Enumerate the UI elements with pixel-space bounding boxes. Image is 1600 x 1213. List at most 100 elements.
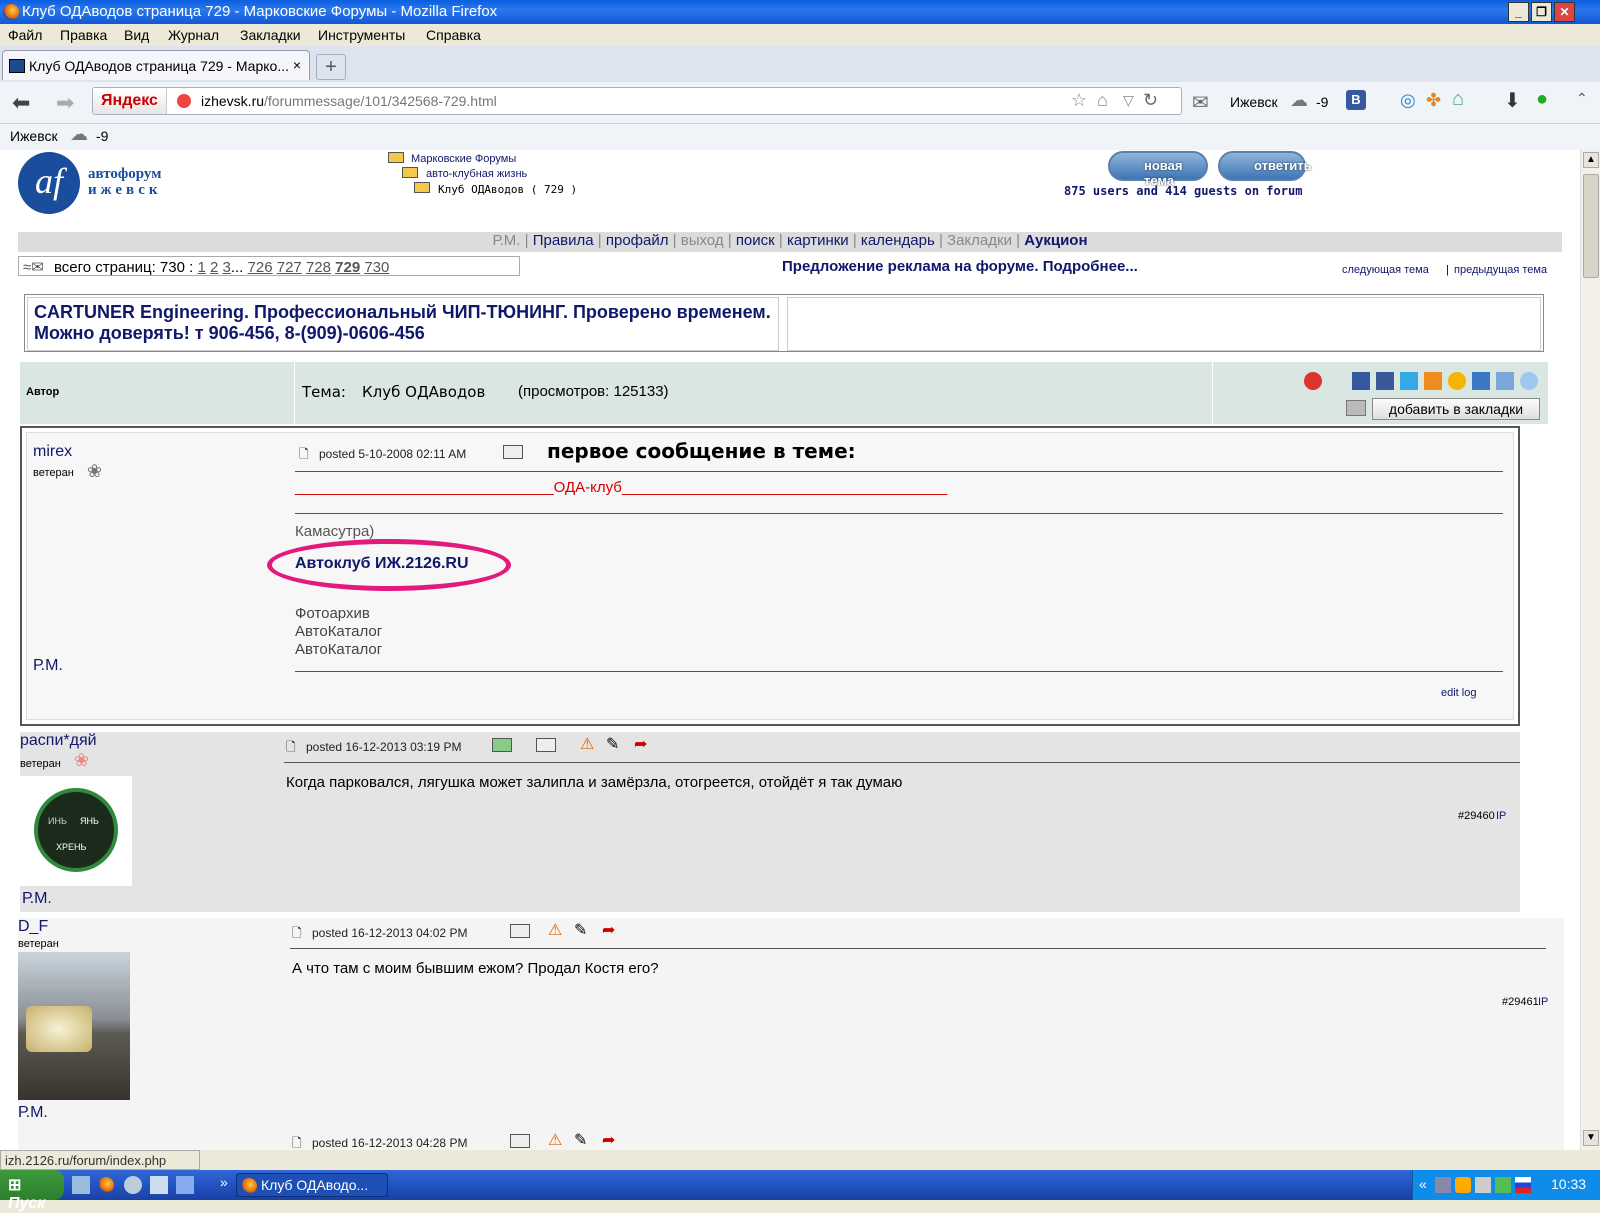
post-author[interactable]: D_F [18,918,48,936]
dropdown-arrow-icon[interactable]: ▽ [1123,92,1134,109]
twitter-share-icon[interactable] [1400,372,1418,390]
extension-icon[interactable]: ◎ [1400,90,1416,111]
warning-icon[interactable]: ⚠ [548,1130,562,1150]
tab-close-icon[interactable]: × [293,57,301,73]
addon-icon[interactable]: ● [1536,88,1548,111]
start-button[interactable]: ⊞ Пуск [0,1170,64,1212]
profile-icon[interactable] [510,1134,530,1148]
media-quicklaunch-icon[interactable] [124,1176,142,1194]
post-author[interactable]: mirex [33,443,72,461]
menu-profile[interactable]: профайл [606,232,669,249]
mailru-share-icon[interactable] [1448,372,1466,390]
qip-icon[interactable] [1455,1177,1471,1193]
menu-rules[interactable]: Правила [533,232,594,249]
bookmark-weather-city[interactable]: Ижевск [10,128,58,144]
ip-link[interactable]: IP [1496,810,1506,822]
tab-forum[interactable]: Клуб ОДАводов страница 729 - Марко... × [2,50,310,80]
home-toolbar-icon[interactable]: ⌂ [1452,88,1464,111]
vk-icon[interactable]: В [1346,90,1366,110]
menu-bookmarks[interactable]: Закладки [947,232,1012,249]
warning-icon[interactable]: ⚠ [580,734,594,754]
quote-icon[interactable]: ➦ [602,1130,615,1150]
ad-link[interactable]: CARTUNER Engineering. Профессиональный Ч… [27,297,779,351]
chevron-up-icon[interactable]: ⌃ [1576,90,1588,107]
site-identity-icon[interactable] [177,94,191,108]
add-bookmark-button[interactable]: добавить в закладки [1372,398,1540,420]
menu-file[interactable]: Файл [8,27,42,43]
ie-quicklaunch-icon[interactable] [176,1176,194,1194]
download-icon[interactable]: ⬇ [1504,88,1521,113]
breadcrumb-forums[interactable]: Марковские Форумы [411,153,516,165]
prev-topic-link[interactable]: предыдущая тема [1454,264,1547,276]
menu-auction[interactable]: Аукцион [1024,232,1087,249]
page-link-730[interactable]: 730 [364,259,389,276]
reply-button[interactable]: ответить [1218,151,1312,181]
back-arrow-icon[interactable]: ⬅ [12,90,30,116]
games-icon[interactable]: ✤ [1426,90,1441,111]
close-window-button[interactable]: ✕ [1554,2,1575,22]
taskbar-firefox-window[interactable]: Клуб ОДАводо... [236,1173,388,1197]
post-pm-link[interactable]: Р.М. [33,657,63,675]
post-pm-link[interactable]: Р.М. [22,890,52,908]
language-flag-icon[interactable] [1515,1177,1531,1193]
next-topic-link[interactable]: следующая тема [1342,264,1429,276]
menu-edit[interactable]: Правка [60,27,107,43]
bookmark-weather-temp[interactable]: -9 [96,128,108,144]
network-icon[interactable] [1435,1177,1451,1193]
url-bar[interactable]: Яндекс izhevsk.ru/forummessage/101/34256… [92,87,1182,115]
more-share-icon[interactable] [1520,372,1538,390]
scroll-down-icon[interactable]: ▼ [1583,1130,1599,1146]
page-link-3[interactable]: 3 [223,259,231,276]
online-icon[interactable] [492,738,512,752]
scroll-up-icon[interactable]: ▲ [1583,152,1599,168]
vertical-scrollbar[interactable]: ▲ ▼ [1580,150,1600,1150]
share-icon[interactable] [1304,372,1322,390]
weather-temp[interactable]: -9 [1316,94,1328,110]
tray-chevron-icon[interactable]: « [1419,1176,1427,1192]
post-author[interactable]: распи*дяй [20,732,97,750]
facebook-share-icon[interactable] [1376,372,1394,390]
menu-pm[interactable]: Р.М. [492,232,520,249]
bookmark-star-icon[interactable]: ☆ [1071,90,1087,111]
chevron-right-icon[interactable]: » [220,1174,228,1190]
warning-icon[interactable]: ⚠ [548,920,562,940]
page-link-727[interactable]: 727 [277,259,302,276]
menu-logout[interactable]: выход [681,232,724,249]
page-link-726[interactable]: 726 [248,259,273,276]
new-topic-button[interactable]: новая тема [1108,151,1208,188]
link-autocatalog[interactable]: АвтоКаталог [295,623,382,640]
menu-help[interactable]: Справка [426,27,481,43]
menu-bookmarks[interactable]: Закладки [240,27,301,43]
firefox-quicklaunch-icon[interactable] [98,1177,114,1193]
page-link-728[interactable]: 728 [306,259,331,276]
yandex-button[interactable]: Яндекс [93,88,167,114]
ad-offer-link[interactable]: Предложение реклама на форуме. Подробнее… [782,258,1138,275]
odnoklassniki-share-icon[interactable] [1424,372,1442,390]
edit-icon[interactable]: ✎ [606,734,619,754]
tray-app-icon[interactable] [1475,1177,1491,1193]
ip-link[interactable]: IP [1538,996,1548,1008]
edit-icon[interactable]: ✎ [574,920,587,940]
profile-icon[interactable] [510,924,530,938]
scroll-thumb[interactable] [1583,174,1599,278]
reload-icon[interactable]: ↻ [1143,90,1158,111]
edit-icon[interactable]: ✎ [574,1130,587,1150]
menu-pictures[interactable]: картинки [787,232,849,249]
clock[interactable]: 10:33 [1551,1176,1586,1192]
forward-arrow-icon[interactable]: ➡ [56,90,74,116]
link-autoclub[interactable]: Автоклуб ИЖ.2126.RU [295,555,469,573]
menu-calendar[interactable]: календарь [861,232,935,249]
tray-app-icon-2[interactable] [1495,1177,1511,1193]
link-photo-archive[interactable]: Фотоархив [295,605,370,622]
edit-log-link[interactable]: edit log [1441,687,1476,699]
url-text[interactable]: izhevsk.ru/forummessage/101/342568-729.h… [201,93,497,109]
message-icon[interactable] [536,738,556,752]
mail-icon[interactable]: ≈✉ [23,259,44,276]
menu-tools[interactable]: Инструменты [318,27,405,43]
menu-view[interactable]: Вид [124,27,149,43]
minimize-button[interactable]: _ [1508,2,1529,22]
restore-button[interactable]: ❐ [1531,2,1552,22]
print-icon[interactable] [1346,400,1366,416]
desktop-quicklaunch-icon[interactable] [150,1176,168,1194]
quote-icon[interactable]: ➦ [602,920,615,940]
